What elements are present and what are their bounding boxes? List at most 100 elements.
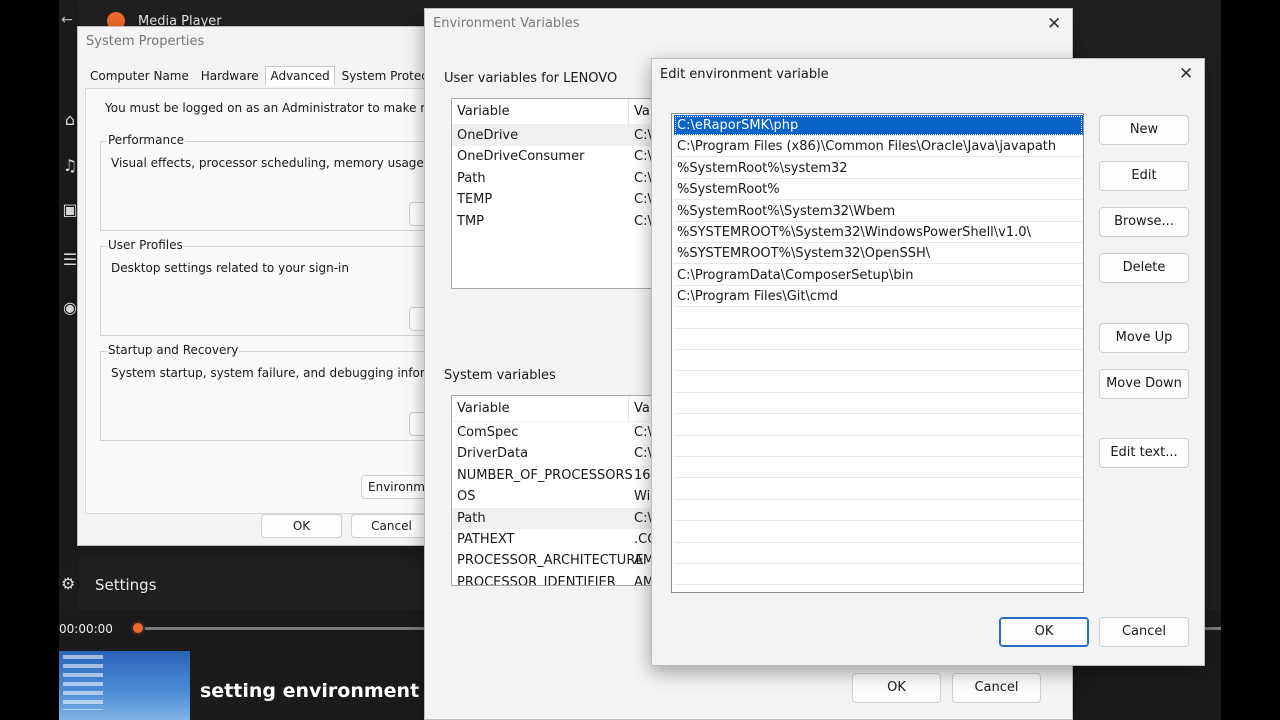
ok-button[interactable]: OK xyxy=(261,514,342,538)
table-row[interactable]: DriverData C:\ xyxy=(452,443,660,464)
empty-list-row[interactable] xyxy=(674,522,1083,543)
list-header: Variable Valu xyxy=(452,396,660,422)
table-row[interactable]: Path C:\ xyxy=(452,168,660,189)
system-variables-label: System variables xyxy=(444,368,556,383)
performance-group: Performance Visual effects, processor sc… xyxy=(100,133,427,231)
list-header: Variable Valu xyxy=(452,99,660,125)
variable-name: PROCESSOR_IDENTIFIER xyxy=(457,574,616,586)
variable-value: 16 xyxy=(634,467,651,483)
variable-value: C:\ xyxy=(634,128,652,143)
browse-button[interactable]: Browse... xyxy=(1099,207,1189,237)
column-separator xyxy=(628,396,629,422)
seek-handle[interactable] xyxy=(131,621,145,635)
table-row[interactable]: OneDriveConsumer C:\ xyxy=(452,146,660,167)
user-profiles-label: User Profiles xyxy=(107,238,184,252)
performance-description: Visual effects, processor scheduling, me… xyxy=(111,156,427,170)
system-variables-list[interactable]: Variable Valu ComSpec C:\ DriverData C:\ NUM… xyxy=(451,395,661,586)
new-button[interactable]: New xyxy=(1099,115,1189,145)
edit-text-button[interactable]: Edit text... xyxy=(1099,438,1189,468)
variable-name: Path xyxy=(457,170,486,186)
table-row[interactable]: OneDrive C:\ xyxy=(452,125,660,146)
empty-list-row[interactable] xyxy=(674,564,1083,586)
list-item[interactable]: %SystemRoot%\system32 xyxy=(674,158,1083,179)
list-item[interactable]: C:\eRaporSMK\php xyxy=(674,115,1083,136)
empty-list-row[interactable] xyxy=(674,500,1083,522)
close-icon[interactable]: ✕ xyxy=(1047,16,1061,33)
variable-name: OS xyxy=(457,489,476,505)
table-row[interactable]: PROCESSOR_ARCHITECTURE AM xyxy=(452,550,660,571)
table-row[interactable]: Path C:\ xyxy=(452,507,660,529)
variable-name: PROCESSOR_ARCHITECTURE xyxy=(457,553,644,569)
user-variables-list[interactable]: Variable Valu OneDrive C:\ OneDriveConsume… xyxy=(451,98,661,289)
move-down-button[interactable]: Move Down xyxy=(1099,369,1189,399)
cancel-button[interactable]: Cancel xyxy=(351,514,426,538)
empty-list-row[interactable] xyxy=(674,479,1083,500)
tab-computer-name[interactable]: Computer Name xyxy=(85,66,194,86)
system-properties-dialog: System Properties Computer Name Hardware… xyxy=(77,26,427,546)
table-row[interactable]: NUMBER_OF_PROCESSORS 16 xyxy=(452,465,660,486)
variable-name: TEMP xyxy=(457,192,493,208)
close-icon[interactable]: ✕ xyxy=(1179,66,1193,83)
table-row[interactable]: TMP C:\ xyxy=(452,211,660,232)
edit-environment-variable-dialog: Edit environment variable ✕ C:\eRaporSMK… xyxy=(651,58,1205,666)
desktop-icons-thumbnail xyxy=(63,655,103,710)
settings-label: Settings xyxy=(95,576,157,594)
admin-notice: You must be logged on as an Administrato… xyxy=(105,101,426,115)
list-item[interactable]: %SystemRoot% xyxy=(674,179,1083,201)
empty-list-row[interactable] xyxy=(674,350,1083,372)
move-up-button[interactable]: Move Up xyxy=(1099,323,1189,353)
startup-recovery-description: System startup, system failure, and debu… xyxy=(111,366,426,380)
dialog-title: Edit environment variable xyxy=(660,67,829,82)
table-row[interactable]: PROCESSOR_IDENTIFIER AM xyxy=(452,572,660,586)
empty-list-row[interactable] xyxy=(674,415,1083,436)
variable-name: OneDrive xyxy=(457,128,519,143)
cancel-button[interactable]: Cancel xyxy=(1099,617,1189,647)
tab-advanced[interactable]: Advanced xyxy=(265,66,335,86)
current-time: 00:00:00 xyxy=(59,622,113,636)
empty-list-row[interactable] xyxy=(674,457,1083,479)
delete-button[interactable]: Delete xyxy=(1099,253,1189,283)
table-row[interactable]: TEMP C:\ xyxy=(452,189,660,210)
list-item[interactable]: %SYSTEMROOT%\System32\WindowsPowerShell\… xyxy=(674,222,1083,243)
list-item[interactable]: %SYSTEMROOT%\System32\OpenSSH\ xyxy=(674,243,1083,265)
empty-list-row[interactable] xyxy=(674,393,1083,415)
variable-value: C:\ xyxy=(634,192,652,208)
variable-name: ComSpec xyxy=(457,425,519,440)
back-arrow-icon[interactable]: ← xyxy=(61,12,73,28)
variable-name: DriverData xyxy=(457,446,529,462)
empty-list-row[interactable] xyxy=(674,436,1083,457)
table-row[interactable]: PATHEXT .CO xyxy=(452,529,660,550)
variable-name: OneDriveConsumer xyxy=(457,149,585,165)
variable-column-header[interactable]: Variable xyxy=(457,396,510,422)
empty-list-row[interactable] xyxy=(674,308,1083,329)
table-row[interactable]: OS Win xyxy=(452,486,660,507)
ok-button[interactable]: OK xyxy=(999,617,1089,647)
empty-list-row[interactable] xyxy=(674,543,1083,564)
edit-button[interactable]: Edit xyxy=(1099,161,1189,191)
startup-recovery-group: Startup and Recovery System startup, sys… xyxy=(100,343,426,441)
list-item[interactable]: %SystemRoot%\System32\Wbem xyxy=(674,201,1083,222)
environment-variables-button[interactable]: Environmen xyxy=(361,475,426,499)
path-entries-list[interactable]: C:\eRaporSMK\php C:\Program Files (x86)\C… xyxy=(671,113,1084,593)
variable-column-header[interactable]: Variable xyxy=(457,99,510,125)
variable-value: C:\ xyxy=(634,446,652,462)
empty-list-row[interactable] xyxy=(674,329,1083,350)
table-row[interactable]: ComSpec C:\ xyxy=(452,422,660,443)
cancel-button[interactable]: Cancel xyxy=(952,673,1041,703)
dialog-title: System Properties xyxy=(86,34,205,49)
gear-icon: ⚙ xyxy=(61,574,76,593)
variable-name: NUMBER_OF_PROCESSORS xyxy=(457,467,633,483)
variable-value: C:\ xyxy=(634,510,652,526)
variable-name: TMP xyxy=(457,213,484,229)
startup-recovery-label: Startup and Recovery xyxy=(107,343,240,357)
performance-label: Performance xyxy=(107,133,186,147)
list-item[interactable]: C:\ProgramData\ComposerSetup\bin xyxy=(674,265,1083,286)
variable-value: C:\ xyxy=(634,170,652,186)
empty-list-row[interactable] xyxy=(674,372,1083,393)
tab-system-protection[interactable]: System Protection xyxy=(337,66,426,86)
tab-hardware[interactable]: Hardware xyxy=(196,66,264,86)
video-thumbnail[interactable] xyxy=(59,651,190,720)
list-item[interactable]: C:\Program Files (x86)\Common Files\Orac… xyxy=(674,136,1083,158)
list-item[interactable]: C:\Program Files\Git\cmd xyxy=(674,286,1083,308)
ok-button[interactable]: OK xyxy=(852,673,941,703)
